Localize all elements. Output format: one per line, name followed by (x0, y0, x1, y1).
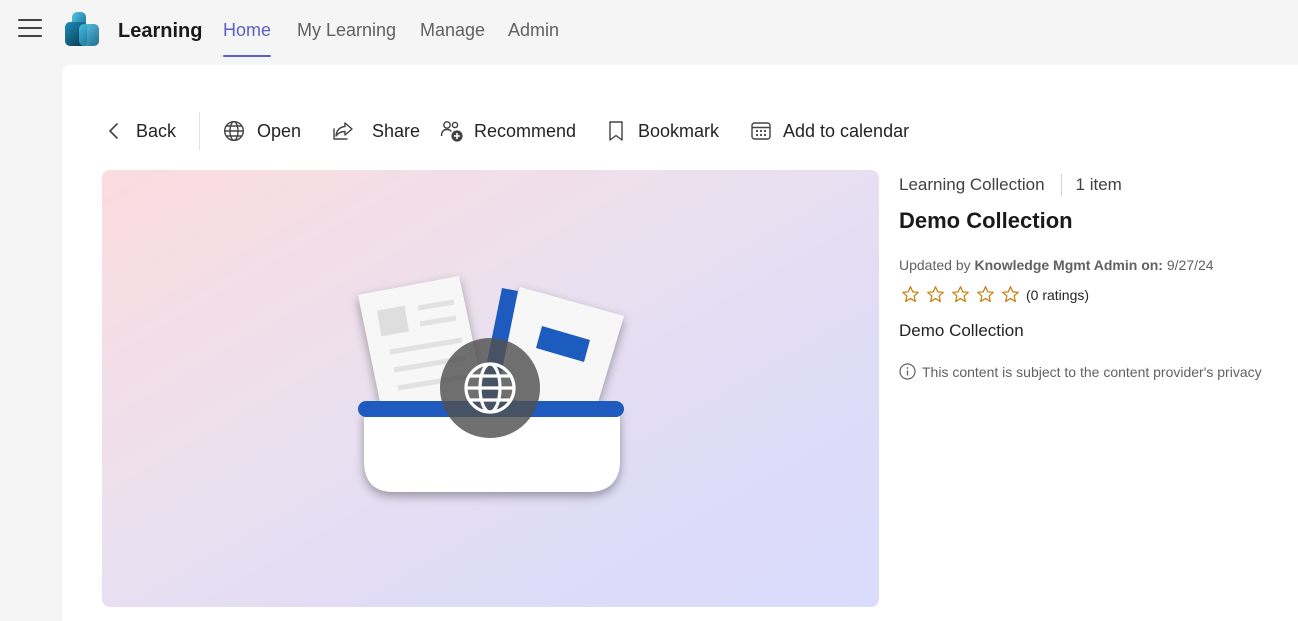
tab-admin[interactable]: Admin (508, 20, 559, 58)
updated-on-label: on: (1141, 257, 1163, 273)
globe-icon (464, 362, 516, 414)
open-globe-badge[interactable] (440, 338, 540, 438)
collection-title: Demo Collection (899, 208, 1073, 233)
ratings-count: (0 ratings) (1026, 286, 1090, 303)
open-label: Open (257, 120, 302, 141)
updated-info: Updated by Knowledge Mgmt Admin on: 9/27… (899, 257, 1214, 273)
star-outline-icon[interactable] (976, 285, 995, 304)
updated-prefix: Updated by (899, 257, 971, 273)
bookmark-label: Bookmark (638, 120, 720, 141)
back-label: Back (136, 120, 177, 141)
bookmark-button[interactable]: Bookmark (606, 117, 719, 145)
hamburger-icon[interactable] (18, 19, 42, 39)
back-button[interactable]: Back (106, 117, 176, 145)
share-label: Share (372, 120, 421, 141)
updated-date: 9/27/24 (1166, 257, 1214, 273)
bookmark-icon (609, 121, 623, 141)
globe-icon (223, 120, 245, 142)
privacy-notice-text: This content is subject to the content p… (922, 363, 1262, 380)
star-outline-icon[interactable] (951, 285, 970, 304)
chevron-left-icon (109, 123, 118, 139)
app-title: Learning (118, 20, 203, 42)
share-button[interactable]: Share (332, 117, 420, 145)
tab-my-learning[interactable]: My Learning (297, 20, 396, 58)
calendar-icon (751, 122, 771, 140)
collection-description: Demo Collection (899, 321, 1024, 340)
add-to-calendar-label: Add to calendar (783, 120, 910, 141)
open-button[interactable]: Open (223, 117, 301, 145)
recommend-label: Recommend (474, 120, 577, 141)
rating-stars: (0 ratings) (901, 285, 1089, 304)
privacy-notice: This content is subject to the content p… (899, 363, 1298, 380)
learning-app-logo (65, 12, 99, 46)
top-bar: Learning Home My Learning Manage Admin (0, 0, 1298, 62)
share-icon (333, 122, 353, 140)
info-icon (899, 363, 916, 380)
updated-by-name: Knowledge Mgmt Admin (974, 257, 1138, 273)
people-add-icon (440, 121, 463, 142)
tab-manage[interactable]: Manage (420, 20, 485, 58)
collection-meta: Learning Collection 1 item (899, 174, 1122, 196)
star-outline-icon[interactable] (1001, 285, 1020, 304)
star-outline-icon[interactable] (926, 285, 945, 304)
star-outline-icon[interactable] (901, 285, 920, 304)
meta-divider (1060, 174, 1062, 196)
content-type-label: Learning Collection (899, 175, 1045, 194)
collection-hero-image (102, 170, 879, 607)
add-to-calendar-button[interactable]: Add to calendar (750, 117, 909, 145)
item-count: 1 item (1075, 175, 1122, 194)
recommend-button[interactable]: Recommend (440, 117, 576, 145)
toolbar-divider (199, 112, 200, 150)
tab-home[interactable]: Home (223, 20, 272, 58)
